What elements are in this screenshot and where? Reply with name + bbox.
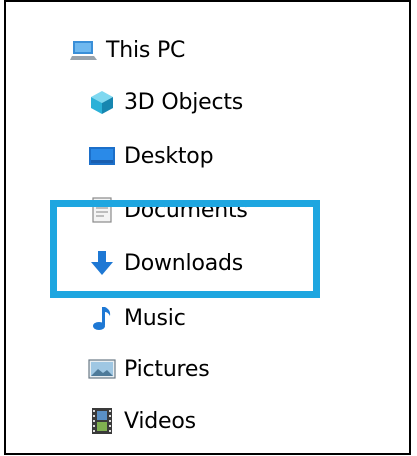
pictures-icon bbox=[86, 355, 118, 383]
tree-item-label: 3D Objects bbox=[124, 89, 244, 115]
tree-item-label: Documents bbox=[124, 197, 248, 223]
videos-icon bbox=[86, 407, 118, 435]
tree-item-pictures[interactable]: Pictures bbox=[86, 349, 210, 389]
tree-item-documents[interactable]: Documents bbox=[86, 190, 248, 230]
tree-item-downloads[interactable]: Downloads bbox=[86, 243, 243, 283]
tree-item-3d-objects[interactable]: 3D Objects bbox=[86, 82, 243, 122]
desktop-icon bbox=[86, 142, 118, 170]
tree-item-label: Downloads bbox=[124, 250, 244, 276]
tree-item-desktop[interactable]: Desktop bbox=[86, 136, 214, 176]
3d-objects-icon bbox=[86, 88, 118, 116]
tree-item-label: Music bbox=[124, 305, 186, 331]
tree-item-label: Desktop bbox=[124, 143, 214, 169]
documents-icon bbox=[86, 196, 118, 224]
tree-item-this-pc[interactable]: This PC bbox=[68, 30, 185, 70]
tree-item-label: This PC bbox=[106, 37, 186, 63]
tree-item-label: Videos bbox=[124, 408, 196, 434]
tree-item-label: Pictures bbox=[124, 356, 210, 382]
navigation-pane: This PC 3D Objects Desktop Documents Dow… bbox=[4, 0, 411, 455]
downloads-icon bbox=[86, 249, 118, 277]
music-icon bbox=[86, 304, 118, 332]
tree-item-videos[interactable]: Videos bbox=[86, 401, 196, 441]
tree-item-music[interactable]: Music bbox=[86, 298, 186, 338]
this-pc-icon bbox=[68, 36, 100, 64]
